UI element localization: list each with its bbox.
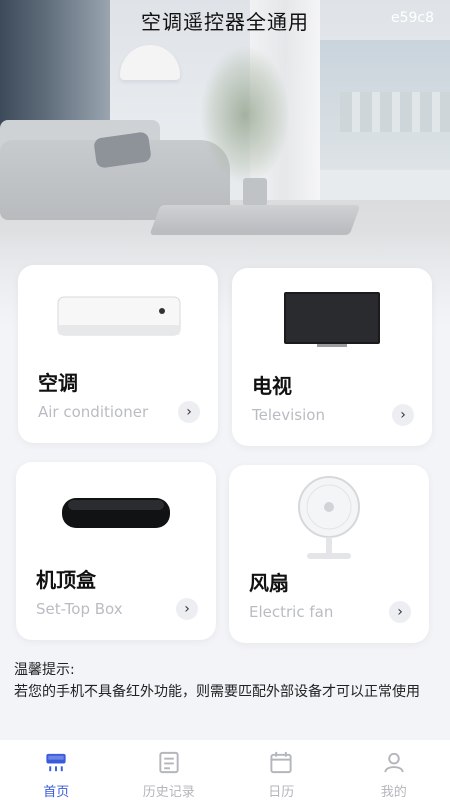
card-air-conditioner[interactable]: 空调 Air conditioner › — [18, 265, 218, 443]
user-icon — [384, 752, 404, 773]
card-title: 空调 — [38, 371, 78, 395]
electric-fan-icon — [229, 465, 429, 565]
set-top-box-icon — [16, 462, 216, 562]
chevron-right-icon[interactable]: › — [178, 401, 200, 423]
card-set-top-box[interactable]: 机顶盒 Set-Top Box › — [16, 462, 216, 640]
tab-calendar[interactable]: 日历 — [225, 740, 338, 800]
card-subtitle: Air conditioner — [38, 403, 149, 421]
television-icon — [232, 268, 432, 368]
card-television[interactable]: 电视 Television › — [232, 268, 432, 446]
air-conditioner-icon — [18, 265, 218, 365]
card-subtitle: Electric fan — [249, 603, 334, 621]
tab-label: 首页 — [43, 785, 70, 800]
tips-body: 若您的手机不具备红外功能，则需要匹配外部设备才可以正常使用 — [14, 684, 420, 700]
tips-title: 温馨提示: — [14, 662, 75, 678]
card-subtitle: Television — [252, 406, 325, 424]
tab-home[interactable]: 首页 — [0, 740, 113, 800]
tab-label: 我的 — [380, 785, 407, 800]
card-title: 机顶盒 — [36, 568, 96, 592]
tab-label: 日历 — [268, 785, 295, 800]
tab-history[interactable]: 历史记录 — [113, 740, 226, 800]
card-title: 风扇 — [249, 571, 289, 595]
chevron-right-icon[interactable]: › — [389, 601, 411, 623]
chevron-right-icon[interactable]: › — [392, 404, 414, 426]
calendar-icon — [270, 751, 292, 774]
card-subtitle: Set-Top Box — [36, 600, 123, 618]
home-remote-icon — [46, 753, 66, 772]
tab-profile[interactable]: 我的 — [338, 740, 450, 800]
card-title: 电视 — [252, 374, 292, 398]
device-id-label: e59c8 — [390, 10, 434, 26]
page-title: 空调遥控器全通用 — [141, 10, 309, 34]
chevron-right-icon[interactable]: › — [176, 598, 198, 620]
card-electric-fan[interactable]: 风扇 Electric fan › — [229, 465, 429, 643]
history-icon — [159, 751, 179, 774]
bottom-tabbar: 首页 历史记录 日历 我的 — [0, 740, 450, 800]
tab-label: 历史记录 — [142, 785, 195, 800]
